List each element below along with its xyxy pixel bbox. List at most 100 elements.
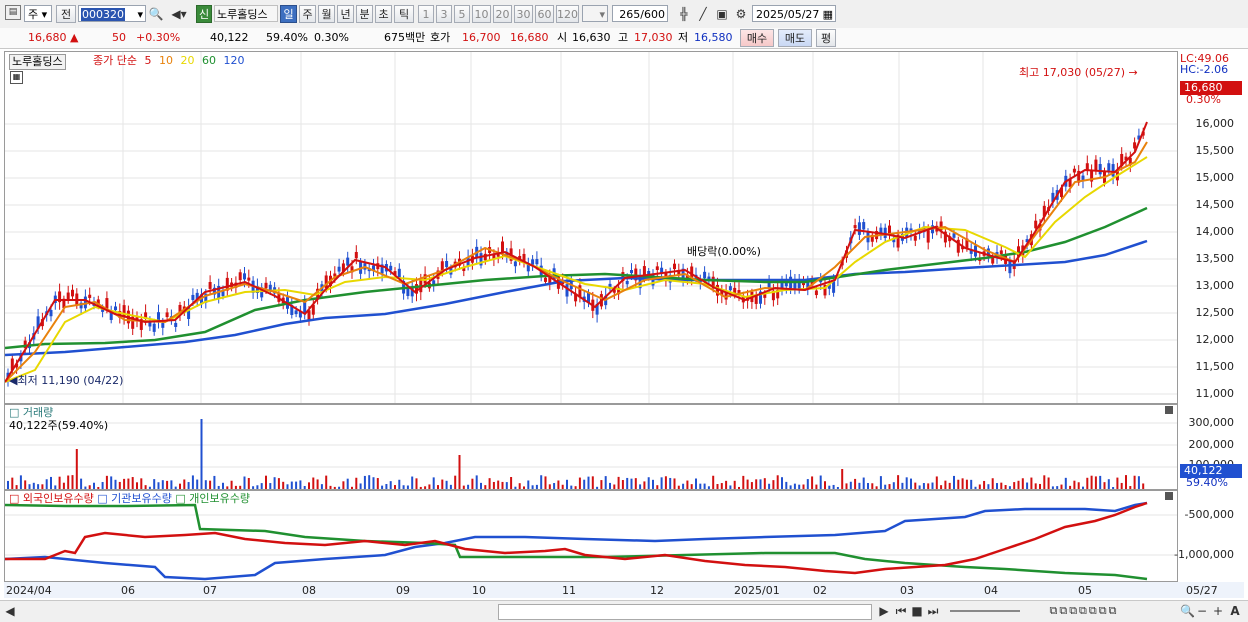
volume-bar	[19, 475, 22, 489]
zoom-slider[interactable]	[950, 610, 1020, 612]
volume-bar	[243, 476, 246, 489]
volume-bar	[518, 483, 521, 489]
tab-minute[interactable]: 분	[356, 5, 373, 23]
x-label: 10	[472, 584, 486, 597]
buy-button[interactable]: 매수	[740, 29, 774, 47]
candle-body	[565, 284, 569, 297]
volume-bar	[213, 475, 216, 489]
volume-bar	[742, 475, 745, 489]
trade-amount: 675백만	[384, 31, 426, 44]
holdings-panel: □ 외국인보유수량 □ 기관보유수량 □ 개인보유수량	[4, 490, 1178, 582]
candle-body	[535, 259, 539, 265]
save-icon[interactable]: ▣	[714, 5, 730, 23]
volume-bar	[475, 475, 478, 489]
stop-icon[interactable]: ■	[910, 602, 924, 620]
settings-icon[interactable]: ⚙	[733, 5, 749, 23]
volume-bar	[514, 486, 517, 489]
tab-day[interactable]: 일	[280, 5, 297, 23]
volume-bar	[136, 482, 138, 489]
tool-icons[interactable]: ⧉⧉⧉⧉⧉⧉⧉	[1024, 602, 1144, 620]
tab-year[interactable]: 년	[337, 5, 354, 23]
calendar-icon[interactable]: ▦	[823, 6, 835, 23]
font-size-icon[interactable]: A	[1228, 602, 1242, 620]
volume-bar	[733, 480, 736, 489]
period-type-select[interactable]: 주 ▾	[24, 5, 52, 22]
candle-body	[247, 277, 251, 281]
stock-name-tag[interactable]: 노루홀딩스	[9, 54, 66, 70]
close-icon[interactable]	[1165, 492, 1173, 500]
scroll-thumb[interactable]	[498, 604, 872, 620]
x-label: 05	[1078, 584, 1092, 597]
candlesticks	[6, 127, 1145, 387]
volume-bar	[385, 483, 388, 489]
interval-30[interactable]: 30	[514, 5, 533, 23]
zoom-out-icon[interactable]: −	[1196, 602, 1208, 620]
price-chart-panel: 노루홀딩스 종가 단순 5 10 20 60 120 ▦ 최고 17,030 (…	[4, 51, 1178, 404]
rewind-icon[interactable]: ⏮	[894, 602, 908, 620]
interval-3[interactable]: 3	[436, 5, 452, 23]
volume-bar	[854, 478, 857, 489]
volume-bar	[15, 485, 18, 489]
candle-body	[49, 309, 53, 317]
volume-bar	[510, 477, 513, 489]
prev-button[interactable]: 전	[56, 5, 76, 23]
volume-bar	[1090, 475, 1093, 489]
forward-icon[interactable]: ⏭	[926, 602, 940, 620]
sell-button[interactable]: 매도	[778, 29, 812, 47]
zoom-search-icon[interactable]: 🔍	[1180, 602, 1195, 620]
window-icon[interactable]: ▤	[5, 5, 21, 20]
interval-custom-select[interactable]: ▾	[582, 5, 608, 22]
interval-5[interactable]: 5	[454, 5, 470, 23]
volume-bar	[308, 482, 310, 489]
volume-bar	[299, 480, 302, 489]
search-icon[interactable]: 🔍	[148, 5, 164, 23]
volume-bar	[974, 486, 977, 489]
zoom-in-icon[interactable]: +	[1212, 602, 1224, 620]
data-count-input[interactable]: 265/600	[612, 5, 668, 22]
volume-bar	[265, 475, 267, 489]
volume-bar	[295, 481, 298, 489]
scroll-right-icon[interactable]: ▶	[878, 602, 890, 620]
stock-code-input[interactable]: 000320 ▾	[78, 5, 146, 22]
volume-bar	[449, 484, 452, 489]
volume-bar	[24, 480, 27, 489]
volume-bar	[1112, 486, 1115, 489]
y-tick: 15,500	[1195, 144, 1235, 157]
scroll-left-icon[interactable]: ◀	[4, 602, 16, 620]
tab-second[interactable]: 초	[375, 5, 392, 23]
tab-tick[interactable]: 틱	[394, 5, 414, 23]
interval-10[interactable]: 10	[472, 5, 491, 23]
volume-bar	[776, 475, 779, 489]
volume-bar	[914, 482, 917, 489]
grid-toggle-icon[interactable]: ▦	[10, 71, 23, 84]
interval-60[interactable]: 60	[535, 5, 554, 23]
tab-week[interactable]: 주	[299, 5, 316, 23]
volume-bar	[376, 478, 379, 489]
volume-bar	[1060, 484, 1063, 489]
volume-bar	[561, 484, 564, 489]
speaker-icon[interactable]: ◀▾	[166, 5, 192, 23]
eval-button[interactable]: 평	[816, 29, 836, 47]
close-icon[interactable]	[1165, 406, 1173, 414]
indicator-icon[interactable]: ╱	[695, 5, 711, 23]
volume-bar	[1069, 485, 1072, 489]
candle-body	[926, 230, 930, 243]
candle-body	[888, 225, 891, 234]
volume-bar	[282, 481, 285, 489]
volume-bar	[312, 477, 315, 489]
candle-body	[673, 263, 676, 270]
interval-1[interactable]: 1	[418, 5, 434, 23]
volume-bar	[1120, 482, 1123, 489]
candle-body	[999, 250, 1003, 255]
date-input[interactable]: 2025/05/27 ▦	[752, 5, 836, 22]
chart-type-icon[interactable]: ╬	[674, 5, 694, 23]
volume-bar	[389, 481, 392, 489]
high-label: 고	[618, 31, 629, 44]
tab-month[interactable]: 월	[318, 5, 335, 23]
volume-bar	[845, 483, 848, 489]
candle-body	[243, 273, 246, 280]
volume-grid	[5, 422, 1177, 468]
interval-120[interactable]: 120	[556, 5, 579, 23]
interval-20[interactable]: 20	[493, 5, 512, 23]
volume-bar	[587, 476, 590, 489]
